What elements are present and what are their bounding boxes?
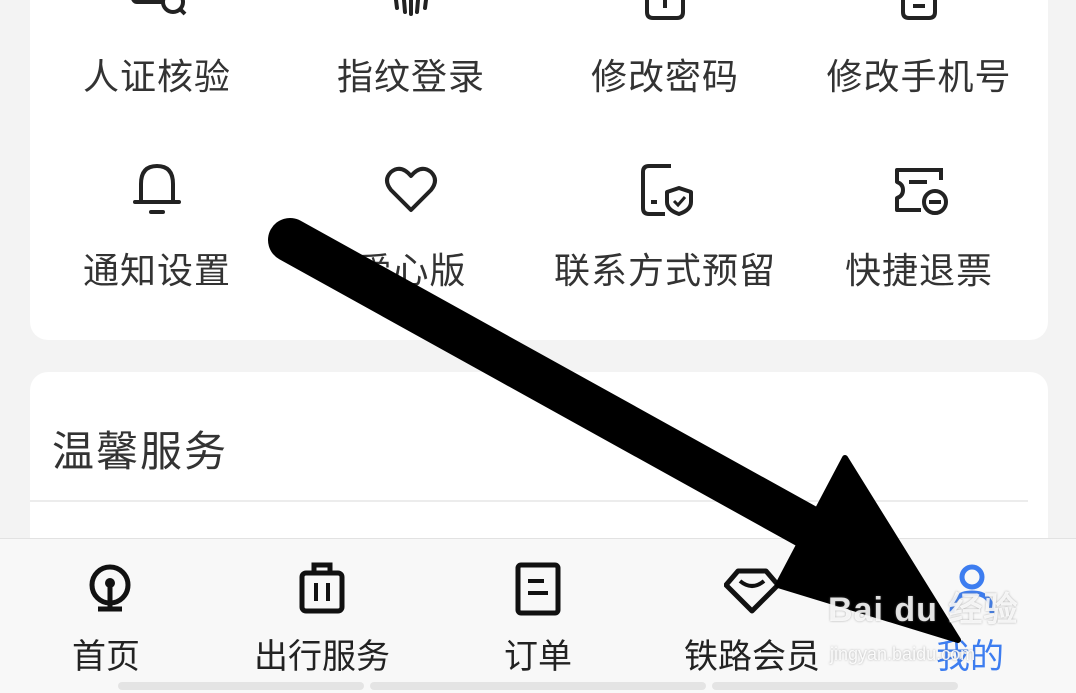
home-indicator bbox=[712, 682, 958, 690]
diamond-icon bbox=[724, 568, 780, 614]
grid-item-label: 爱心版 bbox=[355, 251, 467, 292]
tab-label: 订单 bbox=[504, 637, 572, 677]
tab-travel-services[interactable]: 出行服务 bbox=[250, 539, 400, 693]
watermark-url: jingyan.baidu.com bbox=[830, 644, 976, 664]
home-indicator bbox=[370, 682, 706, 690]
tab-label: 出行服务 bbox=[254, 637, 390, 677]
luggage-icon bbox=[299, 562, 345, 614]
grid-item-label: 人证核验 bbox=[82, 57, 231, 98]
grid-item-label: 联系方式预留 bbox=[553, 251, 776, 292]
tab-label: 铁路会员 bbox=[684, 637, 820, 677]
tab-label: 首页 bbox=[72, 637, 140, 677]
grid-item-label: 通知设置 bbox=[82, 251, 231, 292]
heart-icon bbox=[385, 166, 437, 212]
grid-item-label: 修改密码 bbox=[590, 57, 739, 98]
order-icon bbox=[515, 562, 561, 616]
tab-orders[interactable]: 订单 bbox=[490, 539, 590, 693]
divider bbox=[30, 500, 1028, 502]
grid-item-label: 快捷退票 bbox=[844, 251, 993, 292]
contact-shield-icon bbox=[641, 164, 693, 216]
phone-icon bbox=[901, 0, 937, 20]
home-indicator bbox=[118, 682, 364, 690]
railway-logo-icon bbox=[89, 564, 131, 612]
tab-home[interactable]: 首页 bbox=[50, 539, 170, 693]
grid-item-label: 指纹登录 bbox=[336, 57, 485, 98]
ticket-refund-icon bbox=[895, 168, 948, 215]
password-icon bbox=[645, 0, 685, 20]
fingerprint-icon bbox=[393, 0, 429, 16]
tab-railway-member[interactable]: 铁路会员 bbox=[680, 539, 830, 693]
face-verify-icon bbox=[131, 0, 187, 16]
section-title-warm-service: 温馨服务 bbox=[52, 427, 229, 476]
bell-icon bbox=[133, 164, 181, 214]
watermark-logo: Bai du 经验 bbox=[828, 591, 1019, 629]
grid-item-label: 修改手机号 bbox=[826, 57, 1012, 98]
